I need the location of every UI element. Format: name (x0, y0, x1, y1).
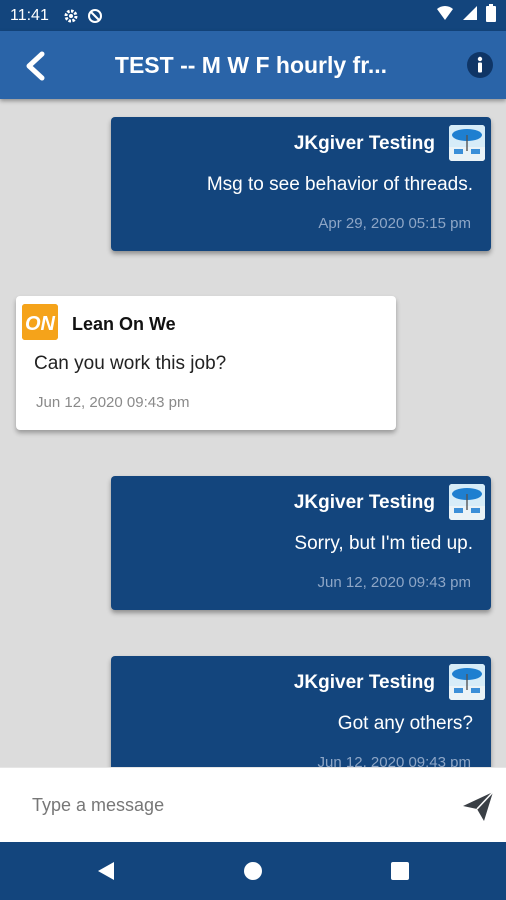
settings-gear-icon (63, 8, 79, 24)
message-timestamp: Jun 12, 2020 09:43 pm (36, 394, 190, 411)
message-timestamp: Jun 12, 2020 09:43 pm (317, 754, 471, 767)
outgoing-message: JKgiver Testing Msg to see behavior of t… (111, 117, 491, 251)
chevron-left-icon (26, 51, 45, 81)
message-text: Msg to see behavior of threads. (206, 174, 473, 195)
message-sender: JKgiver Testing (293, 133, 435, 154)
info-icon (467, 52, 493, 78)
nav-back-button[interactable] (92, 857, 120, 885)
outgoing-message: JKgiver Testing Got any others? Jun 12, … (111, 656, 491, 767)
message-sender: JKgiver Testing (293, 492, 435, 513)
avatar (449, 125, 485, 161)
wifi-icon (436, 5, 454, 26)
nav-recents-button[interactable] (386, 857, 414, 885)
conversation-title: TEST -- M W F hourly fr... (114, 52, 388, 78)
status-bar: 11:41 (0, 0, 506, 31)
message-composer (0, 767, 506, 842)
outgoing-message: JKgiver Testing Sorry, but I'm tied up. … (111, 476, 491, 610)
avatar (449, 664, 485, 700)
back-button[interactable] (18, 49, 52, 83)
message-input[interactable] (18, 786, 438, 824)
nav-home-button[interactable] (239, 857, 267, 885)
square-recents-icon (391, 862, 409, 880)
message-text: Can you work this job? (34, 353, 227, 374)
app-bar: TEST -- M W F hourly fr... (0, 31, 506, 99)
info-button[interactable] (466, 51, 494, 79)
avatar (449, 484, 485, 520)
message-timestamp: Apr 29, 2020 05:15 pm (318, 215, 471, 232)
beach-chairs-avatar-icon (449, 664, 485, 700)
signal-icon (462, 5, 478, 26)
send-button[interactable] (460, 788, 496, 824)
send-icon (463, 791, 494, 821)
avatar: ON (22, 304, 58, 340)
message-sender: JKgiver Testing (293, 672, 435, 693)
message-text: Sorry, but I'm tied up. (294, 533, 473, 554)
beach-chairs-avatar-icon (449, 484, 485, 520)
triangle-back-icon (98, 862, 114, 880)
svg-text:ON: ON (25, 313, 56, 335)
beach-chairs-avatar-icon (449, 125, 485, 161)
status-time: 11:41 (10, 6, 49, 24)
battery-icon (486, 4, 496, 27)
system-nav-bar (0, 842, 506, 900)
message-timestamp: Jun 12, 2020 09:43 pm (317, 574, 471, 591)
circle-home-icon (244, 862, 262, 880)
message-thread[interactable]: JKgiver Testing Msg to see behavior of t… (0, 99, 506, 767)
message-text: Got any others? (337, 713, 473, 734)
incoming-message: ON Lean On We Can you work this job? Jun… (16, 296, 396, 430)
lean-on-we-logo: ON (22, 304, 58, 340)
message-sender: Lean On We (72, 314, 176, 334)
data-saver-icon (87, 8, 103, 24)
